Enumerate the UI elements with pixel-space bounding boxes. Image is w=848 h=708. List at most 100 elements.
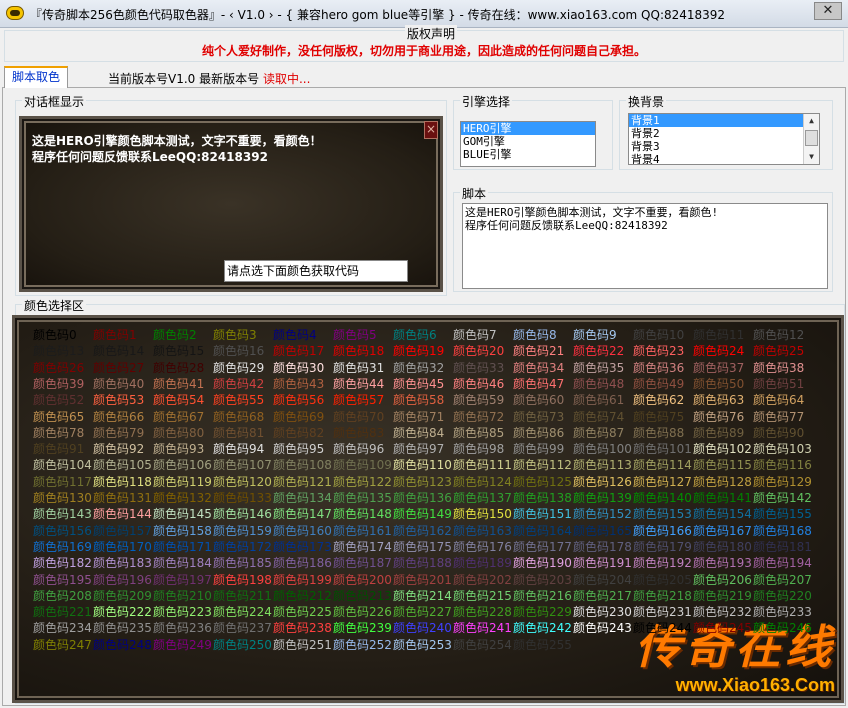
color-code-item[interactable]: 颜色码136: [393, 491, 452, 505]
color-code-item[interactable]: 颜色码38: [753, 361, 804, 375]
color-code-item[interactable]: 颜色码36: [633, 361, 684, 375]
color-code-item[interactable]: 颜色码167: [693, 524, 752, 538]
color-code-item[interactable]: 颜色码133: [213, 491, 272, 505]
color-code-item[interactable]: 颜色码101: [633, 442, 692, 456]
color-code-item[interactable]: 颜色码244: [633, 621, 692, 635]
color-code-item[interactable]: 颜色码124: [453, 475, 512, 489]
color-code-item[interactable]: 颜色码242: [513, 621, 572, 635]
color-code-item[interactable]: 颜色码73: [513, 410, 564, 424]
color-code-item[interactable]: 颜色码251: [273, 638, 332, 652]
color-code-item[interactable]: 颜色码162: [393, 524, 452, 538]
color-code-item[interactable]: 颜色码78: [33, 426, 84, 440]
color-code-item[interactable]: 颜色码18: [333, 344, 384, 358]
color-code-item[interactable]: 颜色码103: [753, 442, 812, 456]
color-code-item[interactable]: 颜色码239: [333, 621, 392, 635]
color-code-item[interactable]: 颜色码201: [393, 573, 452, 587]
close-button[interactable]: ✕: [814, 2, 842, 20]
color-code-item[interactable]: 颜色码43: [273, 377, 324, 391]
color-code-item[interactable]: 颜色码220: [753, 589, 812, 603]
color-code-item[interactable]: 颜色码91: [33, 442, 84, 456]
color-code-item[interactable]: 颜色码192: [633, 556, 692, 570]
color-code-item[interactable]: 颜色码87: [573, 426, 624, 440]
color-code-item[interactable]: 颜色码90: [753, 426, 804, 440]
color-code-item[interactable]: 颜色码207: [753, 573, 812, 587]
color-code-item[interactable]: 颜色码255: [513, 638, 572, 652]
color-code-item[interactable]: 颜色码2: [153, 328, 197, 342]
color-code-item[interactable]: 颜色码86: [513, 426, 564, 440]
color-code-item[interactable]: 颜色码252: [333, 638, 392, 652]
color-code-item[interactable]: 颜色码194: [753, 556, 812, 570]
color-code-item[interactable]: 颜色码230: [573, 605, 632, 619]
color-code-item[interactable]: 颜色码145: [153, 507, 212, 521]
color-code-item[interactable]: 颜色码158: [153, 524, 212, 538]
color-code-item[interactable]: 颜色码17: [273, 344, 324, 358]
color-code-item[interactable]: 颜色码8: [513, 328, 557, 342]
color-code-item[interactable]: 颜色码79: [93, 426, 144, 440]
color-code-item[interactable]: 颜色码123: [393, 475, 452, 489]
color-code-item[interactable]: 颜色码106: [153, 458, 212, 472]
color-code-item[interactable]: 颜色码152: [573, 507, 632, 521]
color-code-item[interactable]: 颜色码195: [33, 573, 92, 587]
color-code-item[interactable]: 颜色码247: [33, 638, 92, 652]
color-code-item[interactable]: 颜色码171: [153, 540, 212, 554]
color-code-item[interactable]: 颜色码231: [633, 605, 692, 619]
background-item[interactable]: 背景3: [629, 140, 819, 153]
color-code-item[interactable]: 颜色码21: [513, 344, 564, 358]
color-code-item[interactable]: 颜色码176: [453, 540, 512, 554]
color-code-item[interactable]: 颜色码60: [513, 393, 564, 407]
color-code-item[interactable]: 颜色码111: [453, 458, 512, 472]
color-code-item[interactable]: 颜色码128: [693, 475, 752, 489]
color-code-item[interactable]: 颜色码144: [93, 507, 152, 521]
color-code-item[interactable]: 颜色码117: [33, 475, 92, 489]
engine-item[interactable]: GOM引擎: [461, 135, 595, 148]
color-code-item[interactable]: 颜色码7: [453, 328, 497, 342]
color-code-item[interactable]: 颜色码50: [693, 377, 744, 391]
color-code-item[interactable]: 颜色码200: [333, 573, 392, 587]
color-code-item[interactable]: 颜色码46: [453, 377, 504, 391]
color-code-item[interactable]: 颜色码16: [213, 344, 264, 358]
color-code-item[interactable]: 颜色码134: [273, 491, 332, 505]
color-code-item[interactable]: 颜色码233: [753, 605, 812, 619]
color-code-item[interactable]: 颜色码0: [33, 328, 77, 342]
color-code-item[interactable]: 颜色码132: [153, 491, 212, 505]
color-code-item[interactable]: 颜色码63: [693, 393, 744, 407]
color-code-item[interactable]: 颜色码156: [33, 524, 92, 538]
color-code-item[interactable]: 颜色码143: [33, 507, 92, 521]
color-code-item[interactable]: 颜色码9: [573, 328, 617, 342]
color-code-item[interactable]: 颜色码215: [453, 589, 512, 603]
color-code-item[interactable]: 颜色码19: [393, 344, 444, 358]
color-code-item[interactable]: 颜色码72: [453, 410, 504, 424]
color-code-item[interactable]: 颜色码104: [33, 458, 92, 472]
color-code-item[interactable]: 颜色码108: [273, 458, 332, 472]
color-code-item[interactable]: 颜色码14: [93, 344, 144, 358]
color-code-item[interactable]: 颜色码217: [573, 589, 632, 603]
color-code-item[interactable]: 颜色码163: [453, 524, 512, 538]
color-code-item[interactable]: 颜色码191: [573, 556, 632, 570]
color-code-item[interactable]: 颜色码187: [333, 556, 392, 570]
color-code-item[interactable]: 颜色码93: [153, 442, 204, 456]
color-code-item[interactable]: 颜色码218: [633, 589, 692, 603]
color-code-item[interactable]: 颜色码69: [273, 410, 324, 424]
color-code-item[interactable]: 颜色码57: [333, 393, 384, 407]
color-code-item[interactable]: 颜色码188: [393, 556, 452, 570]
color-code-item[interactable]: 颜色码107: [213, 458, 272, 472]
color-code-item[interactable]: 颜色码37: [693, 361, 744, 375]
color-code-item[interactable]: 颜色码253: [393, 638, 452, 652]
color-code-item[interactable]: 颜色码193: [693, 556, 752, 570]
color-code-item[interactable]: 颜色码35: [573, 361, 624, 375]
color-code-item[interactable]: 颜色码88: [633, 426, 684, 440]
background-scrollbar[interactable]: ▲ ▼: [803, 114, 819, 164]
color-code-item[interactable]: 颜色码98: [453, 442, 504, 456]
color-code-item[interactable]: 颜色码222: [93, 605, 152, 619]
color-code-item[interactable]: 颜色码24: [693, 344, 744, 358]
color-code-item[interactable]: 颜色码147: [273, 507, 332, 521]
color-code-item[interactable]: 颜色码161: [333, 524, 392, 538]
color-code-item[interactable]: 颜色码85: [453, 426, 504, 440]
color-code-item[interactable]: 颜色码254: [453, 638, 512, 652]
color-code-item[interactable]: 颜色码234: [33, 621, 92, 635]
color-code-item[interactable]: 颜色码49: [633, 377, 684, 391]
color-code-item[interactable]: 颜色码26: [33, 361, 84, 375]
color-code-item[interactable]: 颜色码59: [453, 393, 504, 407]
color-code-item[interactable]: 颜色码28: [153, 361, 204, 375]
color-code-item[interactable]: 颜色码70: [333, 410, 384, 424]
